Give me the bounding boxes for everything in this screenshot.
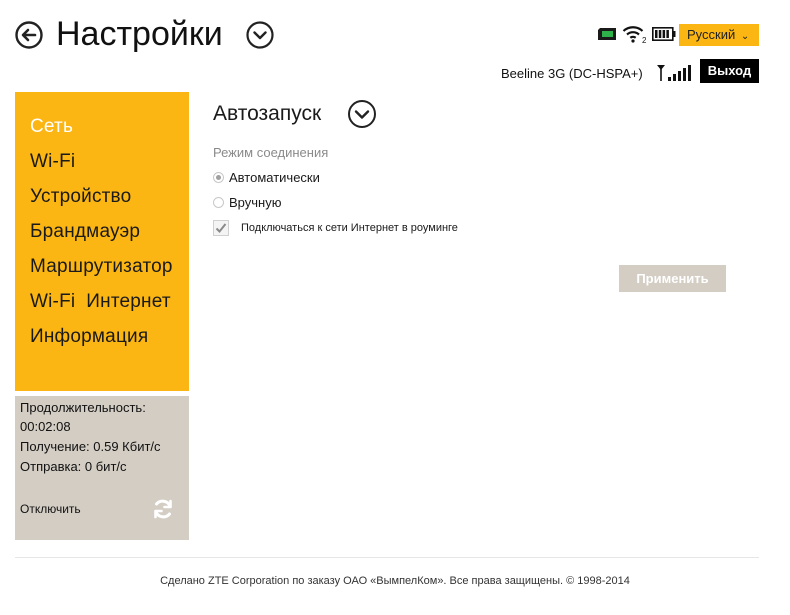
section-title: Автозапуск — [213, 102, 322, 125]
radio-button[interactable] — [213, 197, 224, 208]
receive-rate: Получение: 0.59 Кбит/с — [20, 439, 161, 454]
battery-icon — [652, 27, 676, 41]
page-title: Настройки — [56, 15, 223, 53]
footer-copyright: Сделано ZTE Corporation по заказу ОАО «В… — [160, 575, 630, 587]
sidebar-item-firewall[interactable]: Брандмауэр — [30, 219, 140, 245]
connection-mode-label: Режим соединения — [213, 145, 329, 160]
chevron-down-icon — [348, 100, 376, 128]
apply-button[interactable]: Применить — [619, 265, 726, 292]
duration-value: 00:02:08 — [20, 419, 71, 434]
section-dropdown-button[interactable] — [347, 100, 377, 128]
sidebar-item-wifi-internet[interactable]: Wi-Fi Интернет — [30, 289, 171, 315]
logout-button[interactable]: Выход — [700, 59, 759, 83]
sidebar-item-wifi[interactable]: Wi-Fi — [30, 149, 75, 175]
duration-label: Продолжительность: — [20, 400, 146, 415]
chevron-down-icon — [246, 21, 274, 49]
back-arrow-icon — [15, 21, 43, 49]
refresh-icon[interactable] — [152, 498, 174, 520]
roaming-label: Подключаться к сети Интернет в роуминге — [241, 222, 458, 234]
checkmark-icon — [215, 223, 227, 233]
network-name: Beeline 3G (DC-HSPA+) — [501, 66, 643, 81]
sim-card-icon — [597, 27, 617, 41]
sidebar-nav: Сеть Wi-Fi Устройство Брандмауэр Маршрут… — [15, 92, 189, 391]
disconnect-link[interactable]: Отключить — [20, 501, 81, 517]
radio-button[interactable] — [213, 172, 224, 183]
language-value: Русский — [687, 27, 736, 42]
sidebar-item-network[interactable]: Сеть — [30, 114, 73, 140]
language-select[interactable]: Русский ⌄ — [679, 24, 759, 46]
radio-manual-label: Вручную — [229, 195, 282, 210]
chevron-down-icon: ⌄ — [740, 31, 750, 42]
wifi-icon: 2 — [622, 24, 648, 45]
roaming-checkbox[interactable] — [213, 220, 229, 236]
title-dropdown-button[interactable] — [246, 21, 274, 49]
back-button[interactable] — [15, 21, 43, 49]
send-rate: Отправка: 0 бит/с — [20, 459, 127, 474]
footer-divider — [15, 557, 759, 558]
connection-status-panel: Продолжительность: 00:02:08 Получение: 0… — [15, 396, 189, 540]
signal-strength-icon — [656, 64, 696, 82]
sidebar-item-device[interactable]: Устройство — [30, 184, 131, 210]
radio-auto-label: Автоматически — [229, 170, 320, 185]
sidebar-item-information[interactable]: Информация — [30, 324, 148, 350]
sidebar-item-router[interactable]: Маршрутизатор — [30, 254, 173, 280]
wifi-clients-count: 2 — [642, 36, 647, 44]
